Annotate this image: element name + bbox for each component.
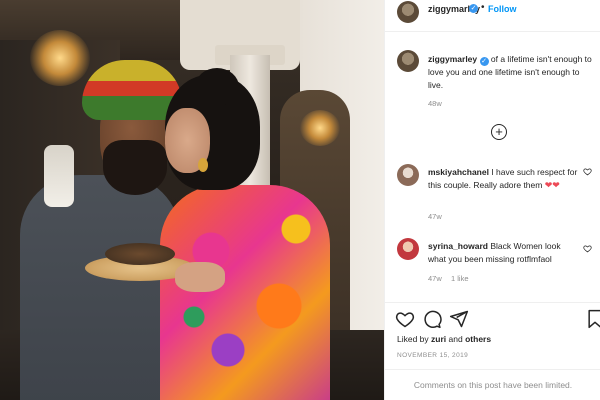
post-actions: Liked by zuri and others NOVEMBER 15, 20…	[385, 302, 600, 400]
separator-dot: •	[481, 2, 485, 13]
caption-age[interactable]: 48w	[428, 99, 442, 108]
comment-like-count[interactable]: 1 like	[451, 274, 469, 283]
woman-dress	[160, 185, 330, 400]
bookmark-icon[interactable]	[585, 309, 600, 329]
verified-icon: ✓	[469, 4, 478, 13]
author-avatar[interactable]	[397, 1, 419, 23]
comment-icon[interactable]	[422, 309, 442, 329]
comment-like-heart-icon[interactable]	[583, 244, 592, 253]
post-date[interactable]: NOVEMBER 15, 2019	[397, 352, 468, 359]
comment-age[interactable]: 47w	[428, 212, 442, 221]
bottle	[44, 145, 74, 207]
comment-avatar[interactable]	[397, 238, 419, 260]
comment-age[interactable]: 47w	[428, 274, 442, 283]
caption-avatar[interactable]	[397, 50, 419, 72]
comment-body: syrina_howard Black Women look what you …	[428, 240, 578, 266]
post-photo[interactable]	[0, 0, 384, 400]
man-beard	[103, 140, 167, 195]
caption-username[interactable]: ziggymarley	[428, 54, 477, 64]
comment-username[interactable]: syrina_howard	[428, 241, 488, 251]
post-caption: ziggymarley ✓ of a lifetime isn't enough…	[428, 53, 594, 92]
liked-by-suffix: and	[448, 334, 463, 344]
follow-button[interactable]: Follow	[488, 4, 517, 14]
woman-hair-bun	[195, 68, 239, 106]
post-sidebar: ziggymarley ✓ • Follow ziggymarley ✓ of …	[384, 0, 600, 400]
comment-like-heart-icon[interactable]	[583, 167, 592, 176]
heart-icon[interactable]	[395, 309, 415, 329]
food	[105, 243, 175, 265]
chandelier-light	[30, 30, 90, 86]
earring	[198, 158, 208, 172]
liked-by-user[interactable]: zuri	[431, 334, 446, 344]
comment-body: mskiyahchanel I have such respect for th…	[428, 166, 578, 192]
plus-circle-icon: +	[495, 124, 503, 139]
comments-limited-notice: Comments on this post have been limited.	[385, 369, 600, 400]
caption-verified-icon: ✓	[479, 57, 489, 66]
man-figure	[20, 175, 180, 400]
wall-lamp	[300, 110, 340, 146]
liked-by-others[interactable]: others	[465, 334, 491, 344]
post-header: ziggymarley ✓ • Follow	[385, 0, 600, 32]
red-hearts-emoji: ❤❤	[544, 180, 560, 190]
load-more-comments-button[interactable]: +	[491, 124, 507, 140]
share-icon[interactable]	[449, 309, 469, 329]
comment-avatar[interactable]	[397, 164, 419, 186]
liked-by-prefix: Liked by	[397, 334, 429, 344]
comment-username[interactable]: mskiyahchanel	[428, 167, 489, 177]
liked-by-line: Liked by zuri and others	[397, 334, 491, 344]
woman-hand	[175, 262, 225, 292]
